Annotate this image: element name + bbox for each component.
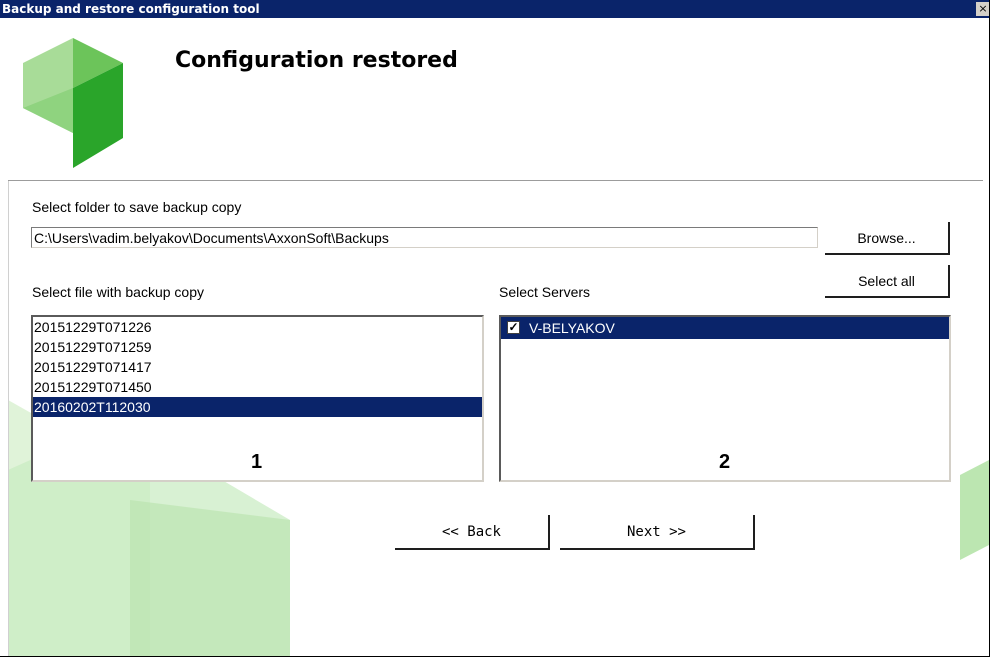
backup-restore-window: Backup and restore configuration tool × … <box>0 0 990 657</box>
next-button[interactable]: Next >> <box>560 515 755 550</box>
server-list[interactable]: ✓ V-BELYAKOV 2 <box>499 315 951 482</box>
title-bar: Backup and restore configuration tool × <box>0 0 989 18</box>
list-item[interactable]: 20151229T071450 <box>33 377 482 397</box>
backup-folder-input[interactable]: C:\Users\vadim.belyakov\Documents\AxxonS… <box>31 227 818 248</box>
backup-folder-label: Select folder to save backup copy <box>32 199 242 215</box>
backup-file-list[interactable]: 20151229T071226 20151229T071259 20151229T0… <box>31 315 484 482</box>
servers-label: Select Servers <box>499 284 591 300</box>
list-marker-1: 1 <box>251 451 263 473</box>
window-title: Backup and restore configuration tool <box>2 2 260 16</box>
list-item[interactable]: 20160202T112030 <box>33 397 482 417</box>
server-name: V-BELYAKOV <box>529 320 615 336</box>
cube-logo-icon <box>23 38 123 168</box>
list-marker-2: 2 <box>719 451 731 473</box>
page-title: Configuration restored <box>175 48 458 73</box>
back-button[interactable]: << Back <box>395 515 550 550</box>
header-panel: Configuration restored <box>8 18 983 181</box>
list-item[interactable]: 20151229T071226 <box>33 317 482 337</box>
select-all-button[interactable]: Select all <box>825 265 950 298</box>
server-checkbox[interactable]: ✓ <box>507 321 520 334</box>
close-icon[interactable]: × <box>976 2 989 16</box>
server-list-items: ✓ V-BELYAKOV <box>501 317 949 339</box>
browse-button[interactable]: Browse... <box>825 222 950 255</box>
list-item[interactable]: 20151229T071259 <box>33 337 482 357</box>
backup-file-label: Select file with backup copy <box>32 284 204 300</box>
list-item[interactable]: 20151229T071417 <box>33 357 482 377</box>
file-list-items: 20151229T071226 20151229T071259 20151229T0… <box>33 317 482 417</box>
server-list-item[interactable]: ✓ V-BELYAKOV <box>501 317 949 339</box>
